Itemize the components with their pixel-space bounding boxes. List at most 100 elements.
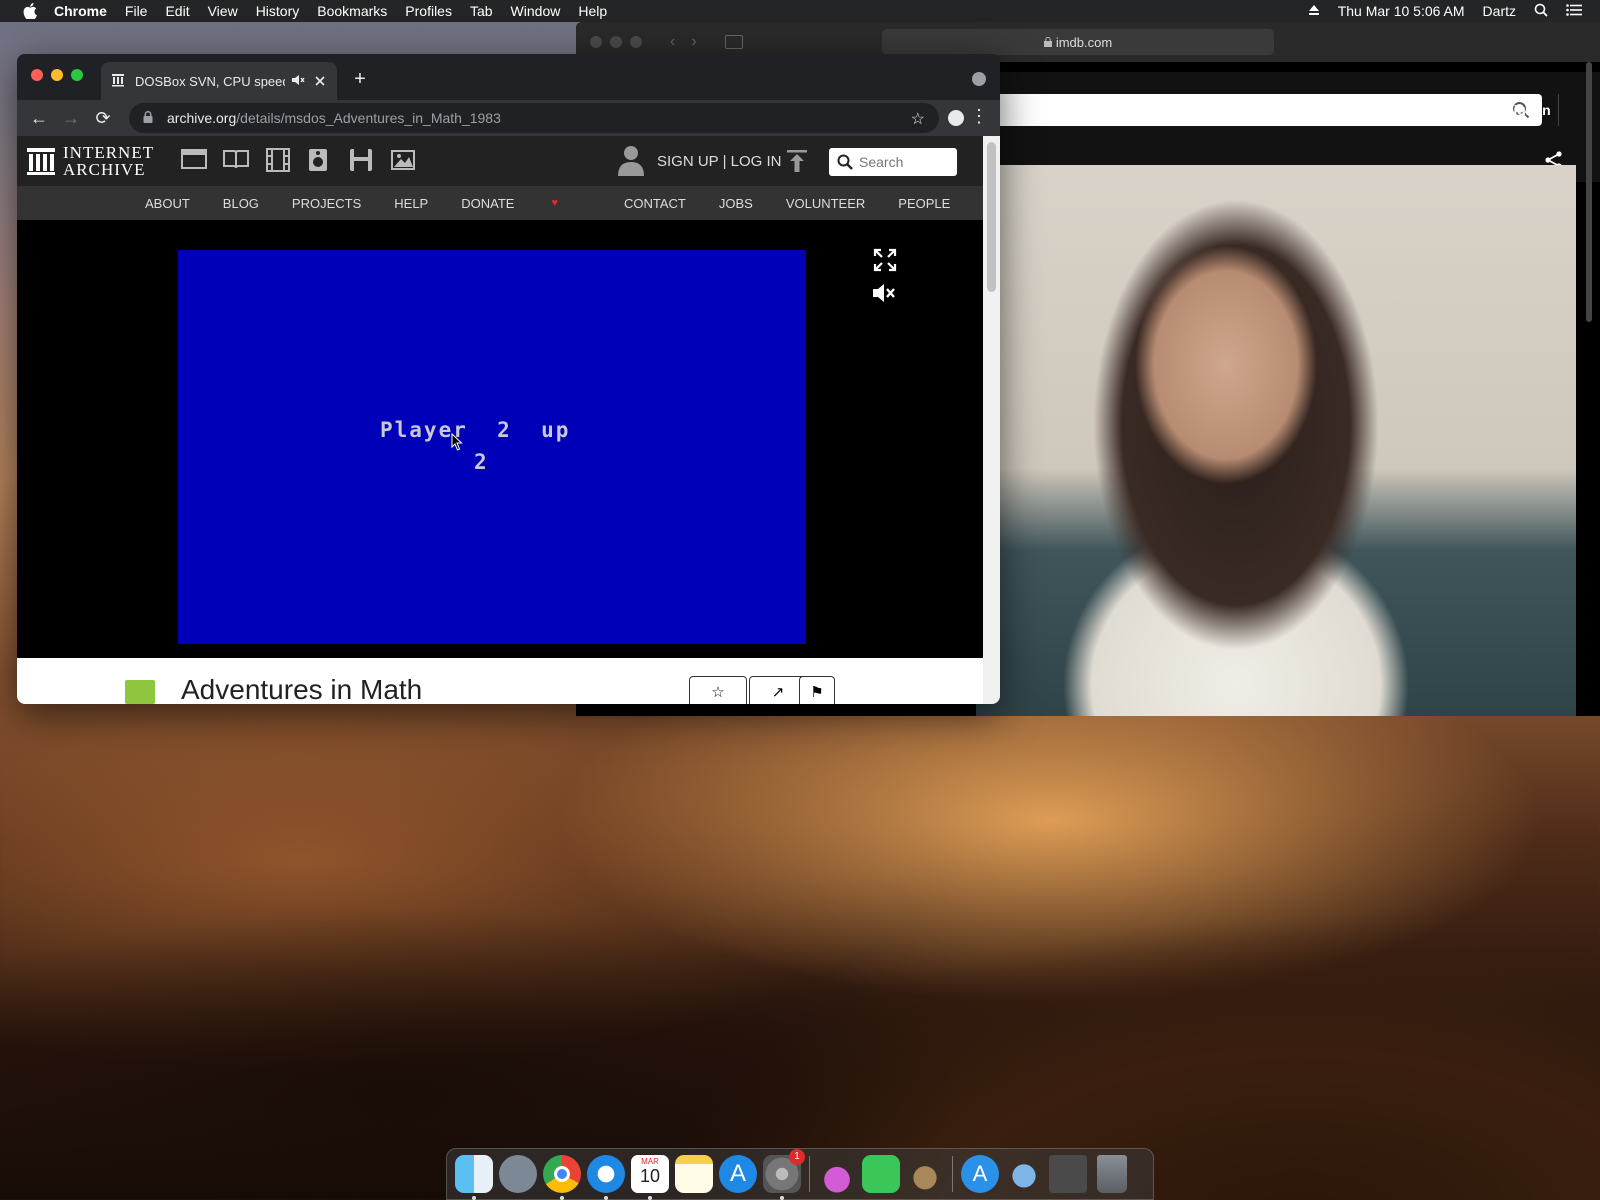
nav-volunteer[interactable]: VOLUNTEER <box>786 196 865 211</box>
back-arrow-icon[interactable]: ← <box>23 108 55 129</box>
bookmark-star-icon[interactable]: ☆ <box>911 109 925 129</box>
nav-contact[interactable]: CONTACT <box>624 196 686 211</box>
search-icon <box>837 154 853 170</box>
tab-search-icon[interactable] <box>972 72 986 86</box>
url-path: /details/msdos_Adventures_in_Math_1983 <box>236 110 501 126</box>
menu-app-chrome[interactable]: Chrome <box>54 3 107 19</box>
imdb-video-player[interactable] <box>976 165 1576 716</box>
tab-audio-muted-icon[interactable] <box>291 73 305 90</box>
tab-dosbox[interactable]: DOSBox SVN, CPU speed: <box>101 62 337 100</box>
favorite-button[interactable]: ☆ <box>689 676 747 704</box>
tab-close-icon[interactable] <box>313 74 327 89</box>
reload-icon[interactable]: ⟳ <box>87 108 119 129</box>
dock-separator-2 <box>952 1156 953 1192</box>
video-icon[interactable] <box>265 148 291 172</box>
sidebar-icon[interactable] <box>724 35 743 49</box>
menu-window[interactable]: Window <box>511 3 561 19</box>
app-store-icon[interactable]: A <box>719 1155 757 1193</box>
sign-up-log-in-link[interactable]: SIGN UP | LOG IN <box>657 153 781 170</box>
fullscreen-icon[interactable] <box>873 248 897 272</box>
app-store-downloads-icon[interactable]: A <box>961 1155 999 1193</box>
software-icon[interactable] <box>349 148 375 172</box>
apple-icon[interactable] <box>20 3 40 19</box>
back-icon[interactable]: ‹ <box>670 33 675 51</box>
eject-icon[interactable] <box>1308 3 1320 19</box>
web-icon[interactable] <box>181 148 207 172</box>
logo-line-1: INTERNET <box>63 143 155 162</box>
page-scrollbar[interactable] <box>983 136 1000 704</box>
calendar-month: MAR <box>641 1157 659 1166</box>
menu-view[interactable]: View <box>208 3 238 19</box>
audio-icon[interactable] <box>307 148 333 172</box>
menu-bookmarks[interactable]: Bookmarks <box>317 3 387 19</box>
clock[interactable]: Thu Mar 10 5:06 AM <box>1338 3 1465 19</box>
notes-icon[interactable] <box>675 1155 713 1193</box>
nav-donate[interactable]: DONATE <box>461 196 514 211</box>
nav-blog[interactable]: BLOG <box>223 196 259 211</box>
mute-icon[interactable] <box>871 282 897 304</box>
finder-icon[interactable] <box>455 1155 493 1200</box>
images-icon[interactable] <box>391 148 417 172</box>
nav-help[interactable]: HELP <box>394 196 428 211</box>
menu-tab[interactable]: Tab <box>470 3 493 19</box>
menu-edit[interactable]: Edit <box>165 3 189 19</box>
url-host: archive.org <box>167 110 237 126</box>
update-badge: 1 <box>789 1149 805 1165</box>
nav-projects[interactable]: PROJECTS <box>292 196 361 211</box>
window-controls <box>31 69 91 81</box>
dolphin-app-icon[interactable] <box>1005 1155 1043 1193</box>
nav-about[interactable]: ABOUT <box>145 196 190 211</box>
address-bar[interactable]: archive.org /details/msdos_Adventures_in… <box>129 103 939 133</box>
upload-icon[interactable] <box>787 150 807 172</box>
forward-icon[interactable]: › <box>691 33 696 51</box>
software-floppy-icon <box>125 680 155 704</box>
minimize-window-button[interactable] <box>51 69 63 81</box>
user-avatar-icon[interactable] <box>617 144 645 176</box>
launchpad-icon[interactable] <box>499 1155 537 1193</box>
imdb-search-input[interactable] <box>976 94 1542 126</box>
notification-center-icon[interactable] <box>1566 3 1582 19</box>
chess-icon[interactable] <box>906 1155 944 1193</box>
system-preferences-icon[interactable]: 1 <box>763 1149 805 1200</box>
close-window-button[interactable] <box>31 69 43 81</box>
chrome-toolbar: ← → ⟳ archive.org /details/msdos_Adventu… <box>17 100 1000 136</box>
safari-icon[interactable] <box>587 1155 625 1200</box>
nav-jobs[interactable]: JOBS <box>719 196 753 211</box>
lock-icon[interactable] <box>143 110 157 126</box>
profile-avatar-icon[interactable] <box>948 110 964 126</box>
calendar-day: 10 <box>639 1166 661 1186</box>
imdb-sign-in-link[interactable]: Sign In <box>1504 102 1551 118</box>
archive-header: INTERNET ARCHIVE SIGN UP | LOG IN Search <box>17 136 983 186</box>
dock-separator <box>809 1156 810 1192</box>
user-name[interactable]: Dartz <box>1483 3 1516 19</box>
nav-donate-item[interactable]: DONATE ♥ <box>461 196 591 211</box>
dosbox-screen[interactable]: Player 2 up 2 <box>178 250 806 644</box>
item-title-bar: Adventures in Math ☆ ↗ ⚑ <box>17 658 983 704</box>
safari-scrollbar[interactable] <box>1586 62 1592 322</box>
menu-help[interactable]: Help <box>578 3 607 19</box>
internet-archive-logo[interactable]: INTERNET ARCHIVE <box>27 144 154 178</box>
spotlight-search-icon[interactable] <box>1534 3 1548 20</box>
safari-window-controls[interactable] <box>590 36 650 48</box>
scrollbar-thumb[interactable] <box>987 142 996 292</box>
facetime-icon[interactable] <box>862 1155 900 1193</box>
safari-address-bar[interactable]: imdb.com <box>882 29 1274 55</box>
flag-button[interactable]: ⚑ <box>799 676 835 704</box>
more-menu-icon[interactable]: ⋮ <box>970 106 988 127</box>
chrome-icon[interactable] <box>543 1155 581 1200</box>
archive-search-input[interactable]: Search <box>829 148 957 176</box>
potion-app-icon[interactable] <box>818 1155 856 1193</box>
new-tab-button[interactable]: + <box>350 68 370 91</box>
game-text-line-1: Player 2 up <box>380 418 571 442</box>
nav-people[interactable]: PEOPLE <box>898 196 950 211</box>
menu-profiles[interactable]: Profiles <box>405 3 452 19</box>
archive-favicon-icon <box>111 73 125 90</box>
forward-arrow-icon[interactable]: → <box>55 108 87 129</box>
maximize-window-button[interactable] <box>71 69 83 81</box>
trash-icon[interactable] <box>1097 1155 1127 1193</box>
texts-icon[interactable] <box>223 148 249 172</box>
calendar-icon[interactable]: MAR 10 <box>631 1155 669 1200</box>
screenshot-folder-icon[interactable] <box>1049 1155 1087 1193</box>
menu-history[interactable]: History <box>256 3 300 19</box>
menu-file[interactable]: File <box>125 3 148 19</box>
